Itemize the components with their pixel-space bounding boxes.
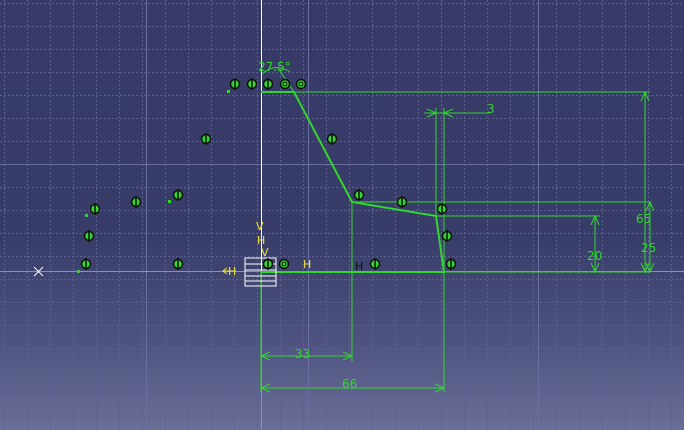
coincidence-symbol-icon[interactable] <box>278 258 290 270</box>
tangency-symbol-icon[interactable] <box>172 189 184 201</box>
tangency-symbol-icon[interactable] <box>83 230 95 242</box>
sketcher-viewport[interactable]: 27.5° 3 65 25 20 33 66 H H H V H V <box>0 0 684 430</box>
tangency-symbol-icon[interactable] <box>436 203 448 215</box>
dim-angle[interactable]: 27.5° <box>258 60 291 74</box>
dim-height-20[interactable]: 20 <box>587 249 602 263</box>
sketch-points[interactable] <box>77 90 230 273</box>
tangency-symbol-icon[interactable] <box>80 258 92 270</box>
tangency-symbol-icon[interactable] <box>326 133 338 145</box>
dim-width-3[interactable]: 3 <box>487 102 495 116</box>
tangency-symbol-icon[interactable] <box>262 258 274 270</box>
constraint-symbols[interactable] <box>80 78 457 270</box>
coincidence-symbol-icon[interactable] <box>295 78 307 90</box>
tangency-symbol-icon[interactable] <box>229 78 241 90</box>
sketch-canvas[interactable]: 27.5° 3 65 25 20 33 66 H H H V H V <box>0 0 684 430</box>
constraint-v-axis[interactable]: V <box>256 220 264 233</box>
sketch-grid <box>0 0 684 430</box>
dim-length-66[interactable]: 66 <box>342 377 357 391</box>
tangency-symbol-icon[interactable] <box>445 258 457 270</box>
constraint-h-mid[interactable]: H <box>355 260 363 273</box>
tangency-symbol-icon[interactable] <box>441 230 453 242</box>
tangency-symbol-icon[interactable] <box>89 203 101 215</box>
tangency-symbol-icon[interactable] <box>130 196 142 208</box>
dim-height-25[interactable]: 25 <box>641 241 656 255</box>
constraint-h-axis[interactable]: H <box>303 258 311 271</box>
dim-length-33[interactable]: 33 <box>295 347 310 361</box>
dim-height-65[interactable]: 65 <box>636 212 651 226</box>
extension-lines <box>260 91 650 392</box>
dimension-lines[interactable] <box>259 67 655 393</box>
constraint-v-stack[interactable]: V <box>261 246 269 259</box>
tangency-symbol-icon[interactable] <box>172 258 184 270</box>
tangency-symbol-icon[interactable] <box>369 258 381 270</box>
tangency-symbol-icon[interactable] <box>200 133 212 145</box>
tangency-symbol-icon[interactable] <box>262 78 274 90</box>
coincidence-symbol-icon[interactable] <box>279 78 291 90</box>
tangency-symbol-icon[interactable] <box>353 189 365 201</box>
tangency-symbol-icon[interactable] <box>246 78 258 90</box>
tangency-symbol-icon[interactable] <box>396 196 408 208</box>
